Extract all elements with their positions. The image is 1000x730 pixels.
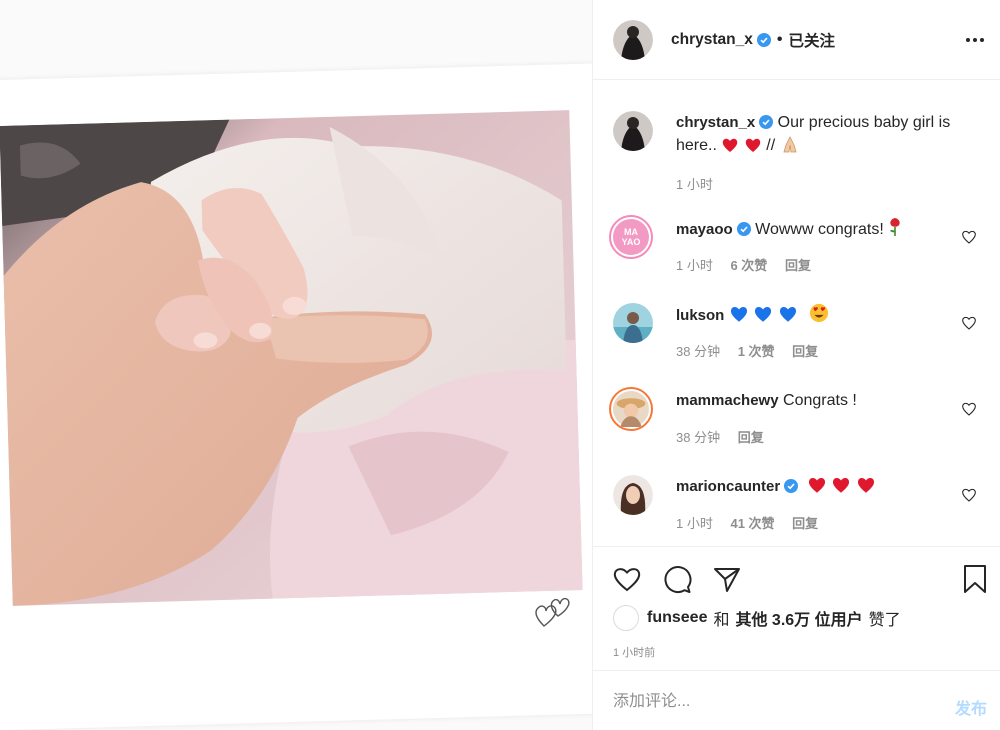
commenter-avatar[interactable]: [609, 387, 653, 431]
baby-hand-photo: [0, 110, 583, 606]
verified-badge-icon: [784, 479, 799, 493]
comment-like-heart-icon[interactable]: [961, 487, 977, 503]
reply-button[interactable]: 回复: [738, 430, 764, 445]
caption-time: 1 小时: [676, 177, 713, 192]
heart-emoji-icon: [833, 478, 850, 493]
comment-body: marioncaunter: [676, 475, 976, 498]
mayaoo-avatar-line2: YAO: [622, 237, 641, 247]
post-header: chrystan_x • 已关注: [593, 0, 1000, 80]
comment-like-heart-icon[interactable]: [961, 229, 977, 245]
commenter-avatar[interactable]: [613, 303, 653, 343]
blue-heart-emoji-icon: [779, 307, 796, 322]
verified-badge-icon: [759, 115, 774, 129]
likes-summary: funseee 和 其他 3.6万 位用户 赞了: [613, 605, 901, 631]
comment-likes-count[interactable]: 1 次赞: [738, 344, 775, 359]
heart-icon[interactable]: [611, 563, 643, 595]
comment-like-heart-icon[interactable]: [961, 401, 977, 417]
post-side-panel: chrystan_x • 已关注 chrystan_x Our precious…: [592, 0, 1000, 730]
verified-badge-icon: [736, 222, 751, 236]
author-avatar[interactable]: [613, 111, 653, 151]
liker-username[interactable]: funseee: [647, 609, 707, 627]
comments-list[interactable]: chrystan_x Our precious baby girl is her…: [593, 81, 1000, 546]
likes-suffix: 赞了: [868, 612, 901, 629]
caption-body: chrystan_x Our precious baby girl is her…: [676, 111, 976, 157]
comment-body: mammachewy Congrats !: [676, 389, 976, 412]
following-status-button[interactable]: 已关注: [788, 29, 835, 51]
commenter-avatar[interactable]: [613, 475, 653, 515]
rose-emoji-icon: [890, 218, 900, 236]
post-media[interactable]: [0, 0, 592, 730]
verified-badge-icon: [756, 32, 771, 47]
add-comment-bar: 发布: [593, 670, 1000, 730]
comment-username[interactable]: mayaoo: [676, 221, 733, 238]
comment-icon[interactable]: [661, 563, 693, 595]
heart-eyes-emoji-icon: [810, 303, 829, 323]
liker-avatar[interactable]: [613, 605, 639, 631]
post-timestamp[interactable]: 1 小时前: [613, 644, 655, 660]
likes-others-link[interactable]: 其他 3.6万 位用户: [735, 606, 862, 630]
caption-tail: //: [766, 137, 776, 154]
comment-time: 38 分钟: [676, 430, 721, 445]
blue-heart-emoji-icon: [730, 307, 747, 322]
comment-time: 1 小时: [676, 516, 713, 531]
heart-emoji-icon: [723, 138, 738, 152]
reply-button[interactable]: 回复: [792, 344, 818, 359]
comment-username[interactable]: lukson: [676, 307, 724, 324]
comment-like-heart-icon[interactable]: [961, 315, 977, 331]
follow-separator: •: [776, 30, 783, 48]
reply-button[interactable]: 回复: [785, 258, 811, 273]
praying-hands-emoji-icon: [783, 136, 797, 153]
more-options-icon[interactable]: [963, 28, 987, 52]
heart-emoji-icon: [745, 138, 761, 152]
comment-body: lukson: [676, 303, 976, 327]
author-username[interactable]: chrystan_x: [671, 31, 753, 49]
post-actions: funseee 和 其他 3.6万 位用户 赞了 1 小时前: [593, 546, 1000, 670]
comment-text: Congrats !: [783, 392, 857, 409]
paper-plane-icon[interactable]: [711, 563, 743, 595]
commenter-avatar[interactable]: MA YAO: [609, 215, 653, 259]
caption-username[interactable]: chrystan_x: [676, 114, 755, 131]
comment-time: 1 小时: [676, 258, 713, 273]
comment-time: 38 分钟: [676, 344, 721, 359]
likes-and: 和: [713, 612, 730, 629]
comment-meta: 38 分钟 回复: [676, 427, 778, 446]
comment-body: mayaoo Wowww congrats!: [676, 217, 976, 241]
doodle-hearts-icon: [535, 597, 570, 627]
mayaoo-avatar-line1: MA: [624, 227, 638, 237]
comment-meta: 1 小时 41 次赞 回复: [676, 513, 832, 532]
author-avatar[interactable]: [613, 19, 653, 60]
post-photo[interactable]: [0, 110, 583, 606]
comment-likes-count[interactable]: 6 次赞: [730, 258, 767, 273]
comment-username[interactable]: mammachewy: [676, 392, 779, 409]
heart-emoji-icon: [857, 478, 874, 493]
comment-likes-count[interactable]: 41 次赞: [730, 516, 774, 531]
bookmark-icon[interactable]: [959, 563, 991, 595]
comment-text: Wowww congrats!: [755, 221, 884, 238]
reply-button[interactable]: 回复: [792, 516, 818, 531]
comment-meta: 1 小时 6 次赞 回复: [676, 255, 825, 274]
blue-heart-emoji-icon: [755, 307, 772, 322]
comment-meta: 38 分钟 1 次赞 回复: [676, 341, 832, 360]
post-comment-button[interactable]: 发布: [955, 695, 987, 719]
caption-meta: 1 小时: [676, 174, 727, 193]
comment-username[interactable]: marioncaunter: [676, 478, 780, 495]
heart-emoji-icon: [808, 478, 825, 493]
comment-input[interactable]: [613, 691, 933, 713]
